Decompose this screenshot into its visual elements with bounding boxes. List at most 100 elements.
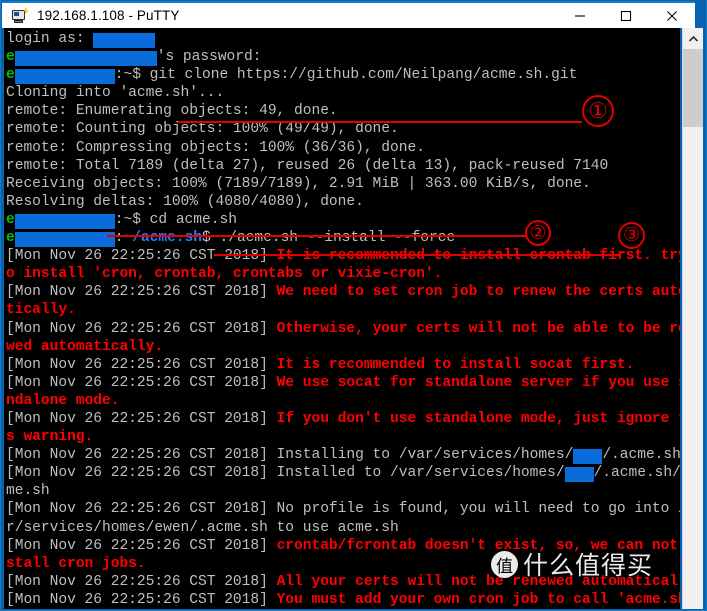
- terminal-scrollbar[interactable]: [682, 28, 703, 609]
- terminal-text: Resolving deltas: 100% (4080/4080), done…: [6, 193, 364, 210]
- terminal-line: [Mon Nov 26 22:25:26 CST 2018] Installin…: [6, 446, 680, 465]
- terminal-text: r/services/homes/ewen/.acme.sh to use ac…: [6, 519, 399, 536]
- terminal-text: wed automatically.: [6, 338, 164, 355]
- terminal-line: Resolving deltas: 100% (4080/4080), done…: [6, 193, 680, 211]
- terminal-text: e: [6, 67, 15, 84]
- terminal-line: [Mon Nov 26 22:25:26 CST 2018] No profil…: [6, 500, 680, 518]
- terminal-line: e :~$ cd acme.sh: [6, 211, 680, 229]
- terminal-text: [Mon Nov 26 22:25:26 CST 2018]: [6, 356, 277, 373]
- terminal-line: [Mon Nov 26 22:25:26 CST 2018] Installed…: [6, 464, 680, 483]
- terminal-text: [Mon Nov 26 22:25:26 CST 2018]: [6, 284, 277, 301]
- terminal-line: ndalone mode.: [6, 392, 680, 410]
- redacted-username: [573, 449, 603, 465]
- terminal-text: s warning.: [6, 429, 94, 446]
- terminal-text: [Mon Nov 26 22:25:26 CST 2018] No profil…: [6, 501, 680, 518]
- redacted-username: [14, 232, 115, 248]
- terminal-screen: login as: e 's password: e :~$ git clone …: [4, 28, 680, 609]
- terminal-line: [Mon Nov 26 22:25:26 CST 2018] All your …: [6, 573, 680, 591]
- terminal-text: crontab/fcrontab doesn't exist, so, we c…: [276, 537, 680, 554]
- terminal-text: [Mon Nov 26 22:25:26 CST 2018]: [6, 248, 277, 265]
- terminal-text: :~$ git clone https://github.com/Neilpan…: [114, 67, 578, 84]
- terminal-output-area[interactable]: login as: e 's password: e :~$ git clone …: [4, 28, 680, 609]
- terminal-line: tically.: [6, 301, 680, 319]
- terminal-text: 's password:: [156, 49, 262, 66]
- terminal-line: [Mon Nov 26 22:25:26 CST 2018] We need t…: [6, 283, 680, 301]
- terminal-line: [Mon Nov 26 22:25:26 CST 2018] Otherwise…: [6, 320, 680, 338]
- terminal-line: [Mon Nov 26 22:25:26 CST 2018] It is rec…: [6, 356, 680, 374]
- terminal-text: If you don't use standalone mode, just i…: [276, 410, 680, 427]
- terminal-text: e: [6, 211, 15, 228]
- terminal-line: remote: Counting objects: 100% (49/49), …: [6, 120, 680, 138]
- terminal-text: $ ./acme.sh --install --force: [202, 230, 456, 247]
- terminal-text: e: [6, 230, 15, 247]
- terminal-line: r/services/homes/ewen/.acme.sh to use ac…: [6, 519, 680, 537]
- terminal-line: login as:: [6, 30, 680, 48]
- terminal-line: e :~$ git clone https://github.com/Neilp…: [6, 66, 680, 85]
- terminal-text: :~$ cd acme.sh: [114, 211, 237, 228]
- redacted-username: [14, 69, 115, 85]
- terminal-text: [Mon Nov 26 22:25:26 CST 2018]: [6, 573, 277, 590]
- minimize-button[interactable]: [557, 2, 603, 29]
- terminal-text: me.sh: [6, 483, 50, 500]
- terminal-text: /.acme.sh: [602, 447, 680, 464]
- terminal-line: Receiving objects: 100% (7189/7189), 2.9…: [6, 175, 680, 193]
- terminal-text: remote: Total 7189 (delta 27), reused 26…: [6, 157, 609, 174]
- terminal-text: We use socat for standalone server if yo…: [276, 374, 680, 391]
- terminal-line: s warning.: [6, 428, 680, 446]
- terminal-line: remote: Total 7189 (delta 27), reused 26…: [6, 157, 680, 175]
- terminal-line: [Mon Nov 26 22:25:26 CST 2018] We use so…: [6, 374, 680, 392]
- close-button[interactable]: [649, 2, 695, 29]
- terminal-text: [Mon Nov 26 22:25:26 CST 2018] Installed…: [6, 465, 565, 482]
- terminal-text: [Mon Nov 26 22:25:26 CST 2018]: [6, 537, 277, 554]
- window-titlebar[interactable]: 192.168.1.108 - PuTTY: [2, 1, 695, 28]
- terminal-text: [Mon Nov 26 22:25:26 CST 2018]: [6, 591, 277, 608]
- terminal-text: login as:: [6, 31, 94, 47]
- maximize-button[interactable]: [603, 2, 649, 29]
- putty-icon: [11, 6, 29, 25]
- terminal-text: Cloning into 'acme.sh'...: [6, 85, 225, 102]
- redacted-username: [564, 467, 594, 483]
- terminal-text: ~/acme.sh: [123, 230, 203, 247]
- redacted-username: [93, 33, 156, 48]
- terminal-line: e 's password:: [6, 48, 680, 67]
- terminal-line: me.sh: [6, 482, 680, 500]
- terminal-text: e: [6, 49, 15, 66]
- scroll-up-icon[interactable]: [683, 28, 703, 49]
- terminal-text: It is recommended to install crontab fir…: [276, 248, 680, 265]
- terminal-text: o install 'cron, crontab, crontabs or vi…: [6, 266, 443, 283]
- terminal-text: /.acme.sh/ac: [593, 465, 680, 482]
- terminal-text: We need to set cron job to renew the cer…: [276, 284, 680, 301]
- window-controls: [557, 2, 695, 29]
- terminal-line: remote: Enumerating objects: 49, done.: [6, 102, 680, 120]
- terminal-text: tically.: [6, 302, 76, 319]
- terminal-text: You must add your own cron job to call '…: [276, 591, 680, 608]
- terminal-text: [Mon Nov 26 22:25:26 CST 2018]: [6, 374, 277, 391]
- terminal-line: o install 'cron, crontab, crontabs or vi…: [6, 265, 680, 283]
- terminal-text: remote: Enumerating objects: 49, done.: [6, 103, 338, 120]
- terminal-line: e :~/acme.sh$ ./acme.sh --install --forc…: [6, 229, 680, 248]
- terminal-text: remote: Counting objects: 100% (49/49), …: [6, 121, 399, 138]
- terminal-text: All your certs will not be renewed autom…: [276, 573, 680, 590]
- terminal-line: [Mon Nov 26 22:25:26 CST 2018] You must …: [6, 591, 680, 609]
- terminal-line: remote: Compressing objects: 100% (36/36…: [6, 139, 680, 157]
- terminal-line: wed automatically.: [6, 338, 680, 356]
- terminal-text: [Mon Nov 26 22:25:26 CST 2018]: [6, 320, 277, 337]
- terminal-text: remote: Compressing objects: 100% (36/36…: [6, 139, 425, 156]
- terminal-text: ndalone mode.: [6, 392, 120, 409]
- redacted-username: [14, 213, 115, 229]
- redacted-username: [14, 51, 157, 67]
- terminal-text: [Mon Nov 26 22:25:26 CST 2018]: [6, 410, 277, 427]
- putty-window: 192.168.1.108 - PuTTY login as: e 's pas…: [0, 0, 707, 611]
- terminal-text: It is recommended to install socat first…: [276, 356, 635, 373]
- terminal-line: [Mon Nov 26 22:25:26 CST 2018] If you do…: [6, 410, 680, 428]
- terminal-line: [Mon Nov 26 22:25:26 CST 2018] crontab/f…: [6, 537, 680, 555]
- terminal-text: Receiving objects: 100% (7189/7189), 2.9…: [6, 175, 591, 192]
- terminal-line: stall cron jobs.: [6, 555, 680, 573]
- terminal-line: Cloning into 'acme.sh'...: [6, 84, 680, 102]
- terminal-line: [Mon Nov 26 22:25:26 CST 2018] It is rec…: [6, 247, 680, 265]
- window-title: 192.168.1.108 - PuTTY: [37, 8, 180, 23]
- scrollbar-thumb[interactable]: [683, 49, 703, 127]
- terminal-text: stall cron jobs.: [6, 555, 146, 572]
- terminal-text: [Mon Nov 26 22:25:26 CST 2018] Installin…: [6, 447, 574, 464]
- terminal-text: Otherwise, your certs will not be able t…: [276, 320, 680, 337]
